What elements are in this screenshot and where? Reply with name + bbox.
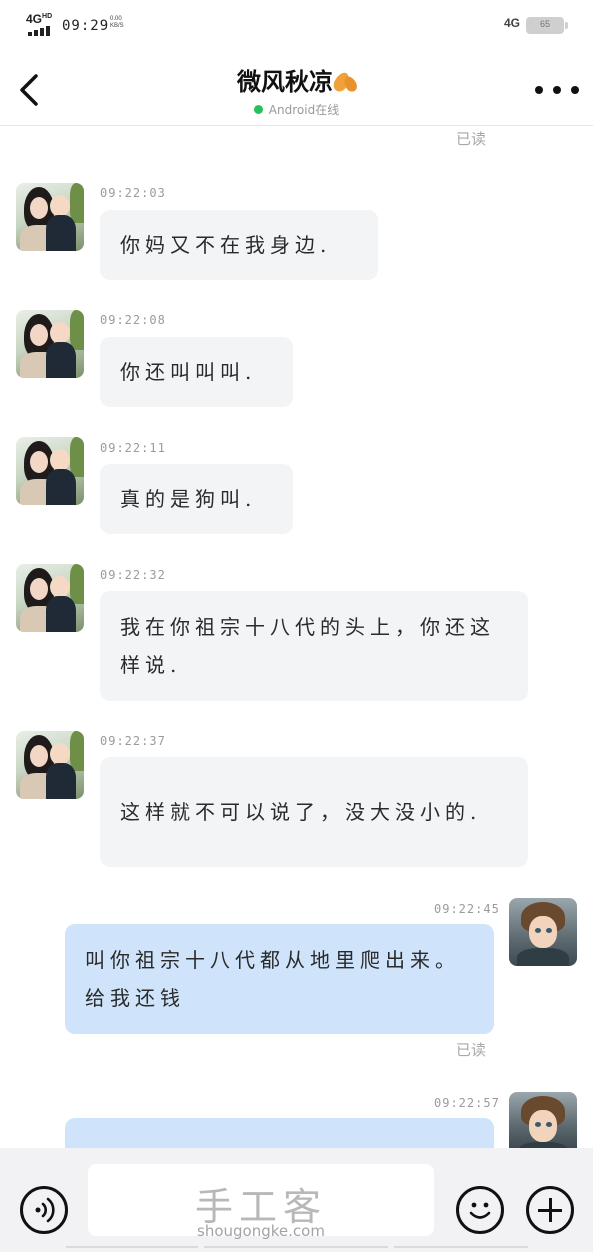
read-receipt: 已读: [456, 1041, 487, 1059]
online-status-text: Android在线: [268, 103, 340, 117]
voice-wave-icon: [35, 1197, 55, 1223]
dot-icon: [571, 86, 579, 94]
message-text: 我在你祖宗十八代的头上，你还这样说.: [120, 615, 495, 677]
message-text: 你妈又不在我身边.: [120, 233, 332, 257]
net-speed: 0.00 KB/S: [110, 16, 124, 30]
message-timestamp: 09:22:45: [434, 902, 500, 916]
message-bubble-incoming[interactable]: 你还叫叫叫.: [100, 337, 293, 407]
online-status: Android在线: [0, 101, 593, 118]
message-timestamp: 09:22:37: [100, 734, 166, 748]
contact-avatar[interactable]: [16, 183, 84, 251]
message-timestamp: 09:22:11: [100, 441, 166, 455]
contact-name[interactable]: 微风秋凉: [0, 62, 593, 97]
voice-button[interactable]: [20, 1186, 68, 1234]
chat-header: 微风秋凉 Android在线: [0, 52, 593, 126]
network-type: 4GHD: [26, 12, 53, 26]
message-text: 这样就不可以说了，没大没小的.: [120, 800, 482, 824]
message-bubble-outgoing[interactable]: 叫你祖宗十八代都从地里爬出来。给我还钱: [65, 924, 494, 1034]
contact-avatar[interactable]: [16, 437, 84, 505]
message-timestamp: 09:22:03: [100, 186, 166, 200]
network-sup: HD: [42, 13, 53, 20]
clock: 09:29: [62, 18, 110, 34]
message-bubble-incoming[interactable]: 你妈又不在我身边.: [100, 210, 378, 280]
read-receipt: 已读: [456, 130, 487, 148]
contact-avatar[interactable]: [16, 731, 84, 799]
message-timestamp: 09:22:08: [100, 313, 166, 327]
watermark-url: shougongke.com: [197, 1222, 325, 1240]
dot-icon: [535, 86, 543, 94]
battery-icon: 65: [526, 17, 564, 34]
message-timestamp: 09:22:57: [434, 1096, 500, 1110]
message-bubble-outgoing[interactable]: [65, 1118, 494, 1148]
my-avatar[interactable]: [509, 898, 577, 966]
smiley-icon: [469, 1202, 491, 1219]
more-button[interactable]: [533, 82, 581, 98]
battery-tip: [565, 22, 568, 29]
contact-name-text: 微风秋凉: [237, 67, 333, 96]
message-text: 你还叫叫叫.: [120, 360, 257, 384]
my-avatar[interactable]: [509, 1092, 577, 1148]
battery-level: 65: [539, 19, 550, 29]
plus-button[interactable]: [526, 1186, 574, 1234]
contact-avatar[interactable]: [16, 564, 84, 632]
emoji-button[interactable]: [456, 1186, 504, 1234]
dot-icon: [553, 86, 561, 94]
network-type-right: 4G: [504, 16, 521, 30]
bottom-toolbar-edge: [0, 1246, 593, 1252]
online-dot-icon: [253, 105, 263, 114]
status-bar: 4GHD 09:29 0.00 KB/S 4G 65: [0, 0, 593, 52]
message-bubble-incoming[interactable]: 我在你祖宗十八代的头上，你还这样说.: [100, 591, 528, 701]
message-bubble-incoming[interactable]: 真的是狗叫.: [100, 464, 293, 534]
leaf-icon: [341, 74, 360, 94]
message-text: 叫你祖宗十八代都从地里爬出来。给我还钱: [85, 948, 460, 1010]
message-timestamp: 09:22:32: [100, 568, 166, 582]
net-speed-unit: KB/S: [110, 23, 124, 29]
net-speed-value: 0.00: [110, 16, 122, 22]
signal-icon: [28, 26, 54, 36]
message-text: 真的是狗叫.: [120, 487, 257, 511]
contact-avatar[interactable]: [16, 310, 84, 378]
message-bubble-incoming[interactable]: 这样就不可以说了，没大没小的.: [100, 757, 528, 867]
